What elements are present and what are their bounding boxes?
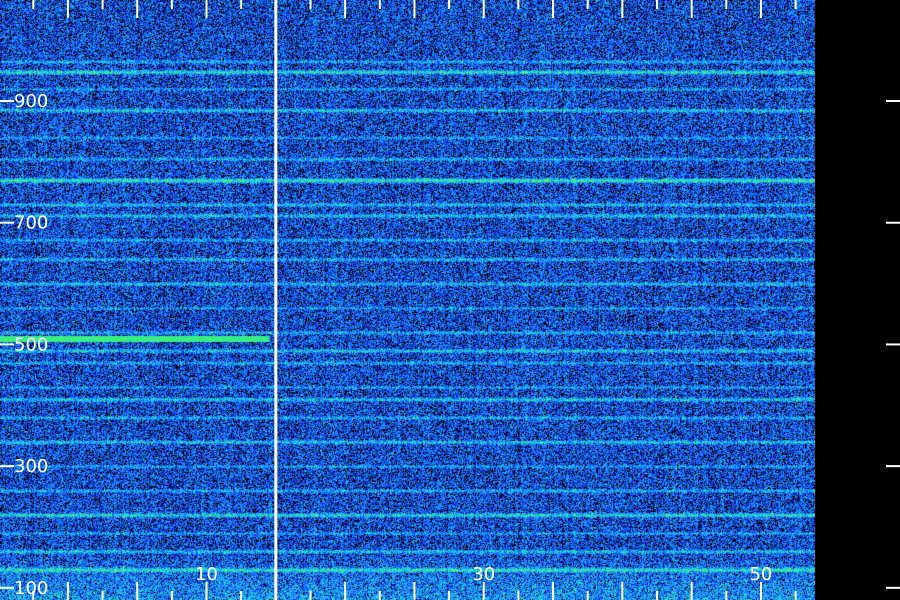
x-tick-bottom <box>378 591 381 600</box>
x-tick-bottom <box>101 591 104 600</box>
x-tick-bottom <box>621 582 624 600</box>
y-tick-left <box>0 586 14 589</box>
y-tick-label: 700 <box>14 213 48 234</box>
y-tick-label: 500 <box>14 334 48 355</box>
x-tick-bottom <box>170 591 173 600</box>
x-tick-top <box>448 0 451 9</box>
time-marker-line <box>274 0 278 600</box>
x-tick-bottom <box>552 582 555 600</box>
y-tick-right <box>886 343 900 346</box>
x-tick-bottom <box>586 591 589 600</box>
x-tick-bottom <box>690 582 693 600</box>
x-tick-top <box>66 0 69 18</box>
x-tick-top <box>344 0 347 18</box>
x-tick-top <box>517 0 520 9</box>
spectrogram-figure: 10 30 50 100 300 500 700 900 <box>0 0 900 600</box>
x-tick-bottom <box>794 591 797 600</box>
x-tick-top <box>101 0 104 9</box>
y-tick-right <box>886 100 900 103</box>
y-tick-right <box>886 465 900 468</box>
x-tick-top <box>170 0 173 9</box>
x-tick-bottom <box>240 591 243 600</box>
y-tick-left <box>0 221 14 224</box>
x-tick-top <box>413 0 416 18</box>
y-tick-left <box>0 343 14 346</box>
time-marker <box>274 0 278 600</box>
x-tick-top <box>759 0 762 18</box>
x-tick-top <box>378 0 381 9</box>
y-tick-right <box>886 221 900 224</box>
x-tick-top <box>655 0 658 9</box>
x-axis-ticks: 10 30 50 <box>32 0 797 600</box>
x-tick-bottom <box>725 591 728 600</box>
x-tick-top <box>136 0 139 18</box>
x-tick-bottom <box>448 591 451 600</box>
x-tick-top <box>482 0 485 18</box>
x-tick-top <box>240 0 243 9</box>
x-tick-bottom <box>309 591 312 600</box>
x-tick-top <box>690 0 693 18</box>
x-tick-label: 30 <box>472 564 495 585</box>
x-tick-top <box>552 0 555 18</box>
x-tick-top <box>794 0 797 9</box>
x-tick-label: 50 <box>749 564 772 585</box>
x-tick-bottom <box>66 582 69 600</box>
y-tick-left <box>0 100 14 103</box>
y-tick-left <box>0 465 14 468</box>
y-tick-label: 300 <box>14 456 48 477</box>
x-tick-top <box>586 0 589 9</box>
x-tick-top <box>32 0 35 9</box>
x-tick-label: 10 <box>195 564 218 585</box>
x-tick-top <box>621 0 624 18</box>
x-tick-bottom <box>136 582 139 600</box>
x-tick-bottom <box>655 591 658 600</box>
x-tick-bottom <box>413 582 416 600</box>
y-tick-label: 100 <box>14 578 48 599</box>
x-tick-bottom <box>517 591 520 600</box>
y-axis-ticks: 100 300 500 700 900 <box>0 91 900 599</box>
y-tick-label: 900 <box>14 91 48 112</box>
x-tick-top <box>309 0 312 9</box>
x-tick-top <box>205 0 208 18</box>
x-tick-bottom <box>344 582 347 600</box>
x-tick-top <box>725 0 728 9</box>
y-tick-right <box>886 586 900 589</box>
axes-overlay: 10 30 50 100 300 500 700 900 <box>0 0 900 600</box>
